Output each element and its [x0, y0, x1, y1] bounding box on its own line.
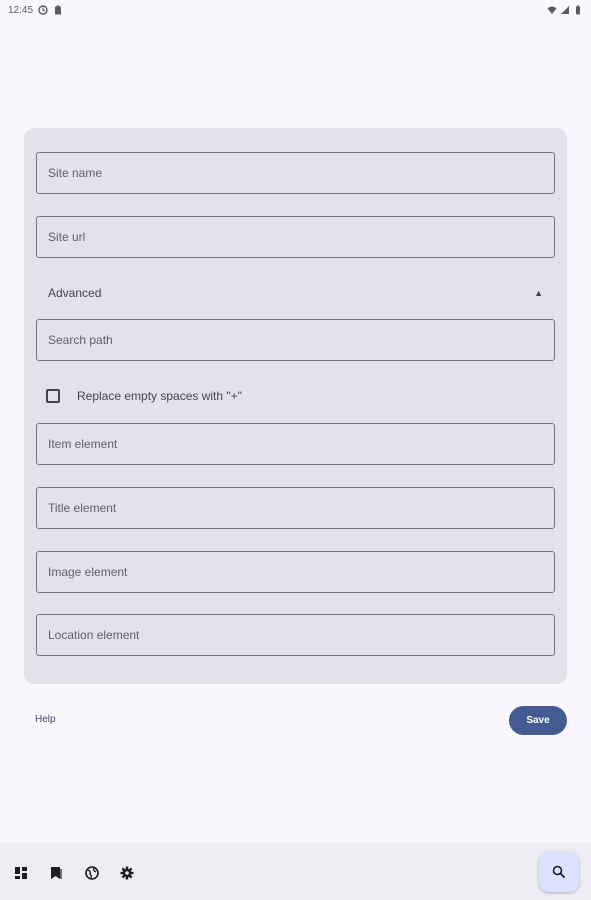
globe-icon[interactable]	[85, 866, 99, 880]
image-element-input[interactable]	[37, 552, 554, 592]
battery-icon	[573, 5, 583, 15]
replace-spaces-label: Replace empty spaces with "+"	[77, 389, 242, 403]
help-link[interactable]: Help	[35, 714, 56, 725]
wifi-icon	[547, 5, 557, 15]
clipboard-icon	[53, 5, 63, 15]
item-element-field[interactable]	[36, 423, 555, 465]
status-bar: 12:45	[0, 0, 591, 20]
bookmarks-icon[interactable]	[49, 866, 63, 880]
status-time: 12:45	[8, 4, 34, 16]
search-path-input[interactable]	[37, 320, 554, 360]
advanced-label: Advanced	[48, 286, 102, 300]
title-element-input[interactable]	[37, 488, 554, 528]
location-element-field[interactable]	[36, 614, 555, 656]
replace-spaces-checkbox[interactable]	[46, 389, 60, 403]
location-element-input[interactable]	[37, 615, 554, 655]
chevron-up-icon: ▲	[534, 288, 543, 298]
site-form-card: Advanced ▲ Replace empty spaces with "+"	[24, 128, 567, 684]
site-name-input[interactable]	[37, 153, 554, 193]
dashboard-icon[interactable]	[14, 866, 28, 880]
save-button[interactable]: Save	[509, 706, 567, 735]
advanced-toggle[interactable]: Advanced ▲	[36, 278, 555, 308]
status-left: 12:45	[8, 5, 63, 16]
site-url-input[interactable]	[37, 217, 554, 257]
site-name-field[interactable]	[36, 152, 555, 194]
signal-icon	[560, 5, 570, 15]
settings-icon[interactable]	[120, 866, 134, 880]
sync-icon	[38, 5, 48, 15]
status-right	[547, 5, 583, 15]
replace-spaces-row[interactable]: Replace empty spaces with "+"	[46, 386, 242, 406]
site-url-field[interactable]	[36, 216, 555, 258]
image-element-field[interactable]	[36, 551, 555, 593]
item-element-input[interactable]	[37, 424, 554, 464]
title-element-field[interactable]	[36, 487, 555, 529]
search-icon	[552, 865, 566, 879]
search-fab[interactable]	[539, 852, 579, 892]
search-path-field[interactable]	[36, 319, 555, 361]
